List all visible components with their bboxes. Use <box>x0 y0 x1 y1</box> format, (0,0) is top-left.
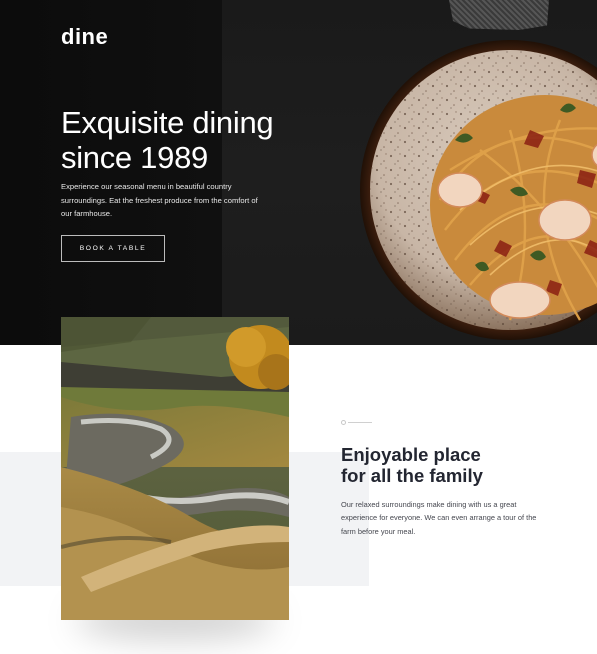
family-title-line2: for all the family <box>341 464 483 486</box>
brand-logo[interactable]: dine <box>61 24 108 50</box>
farm-landscape-image <box>61 317 289 620</box>
page: dine Exquisite dining since 1989 Experie… <box>0 0 597 654</box>
hero-description: Experience our seasonal menu in beautifu… <box>61 182 258 218</box>
pasta-dish-image <box>360 40 597 340</box>
divider-line <box>348 422 372 423</box>
hero-headline: Exquisite dining since 1989 <box>61 105 321 175</box>
divider-dot <box>341 420 346 425</box>
napkin-decoration <box>449 0 549 30</box>
family-title-line1: Enjoyable place <box>341 444 481 465</box>
book-table-button[interactable]: BOOK A TABLE <box>61 235 165 262</box>
family-section-description: Our relaxed surroundings make dining wit… <box>341 500 537 536</box>
hero-headline-line1: Exquisite dining <box>61 105 274 140</box>
hero-headline-line2: since 1989 <box>61 140 208 175</box>
family-section-title: Enjoyable place for all the family <box>341 444 541 486</box>
hero-section: dine Exquisite dining since 1989 Experie… <box>0 0 597 345</box>
